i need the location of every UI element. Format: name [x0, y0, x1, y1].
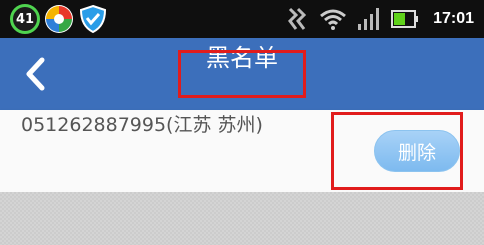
title-bar: 黑名单 [0, 38, 484, 110]
badge-41-icon: 41 [10, 4, 40, 34]
nfc-icon [288, 7, 307, 30]
system-icons: 17:01 [287, 3, 474, 35]
phone-number-text: 051262887995(江苏 苏州) [21, 114, 263, 136]
status-bar: 41 17:01 [0, 0, 484, 38]
colorful-app-icon [45, 5, 73, 33]
empty-background [0, 192, 484, 245]
page-title: 黑名单 [206, 44, 278, 72]
status-time: 17:01 [433, 10, 474, 27]
battery-icon [391, 10, 419, 28]
shield-icon [79, 4, 107, 34]
notification-icons: 41 [10, 3, 108, 35]
delete-button[interactable]: 删除 [374, 130, 460, 172]
wifi-icon [320, 9, 347, 30]
signal-icon [358, 8, 380, 30]
